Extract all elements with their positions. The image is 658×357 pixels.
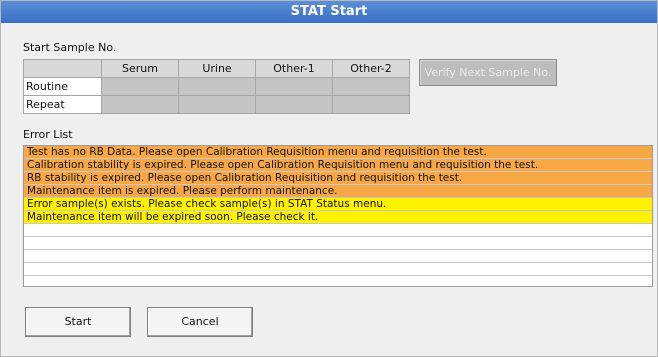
error-list-label: Error List bbox=[23, 128, 73, 141]
table-row-repeat: Repeat bbox=[23, 95, 410, 114]
start-button[interactable]: Start bbox=[25, 307, 131, 337]
verify-next-sample-button[interactable]: Verify Next Sample No. bbox=[419, 59, 557, 86]
column-header-other-1: Other-1 bbox=[255, 59, 333, 78]
routine-serum-cell[interactable] bbox=[101, 77, 179, 96]
repeat-other-2-cell[interactable] bbox=[332, 95, 410, 114]
stat-start-dialog: STAT Start Start Sample No. Serum Urine … bbox=[0, 0, 658, 357]
error-list-item[interactable] bbox=[24, 237, 652, 250]
column-header-serum: Serum bbox=[101, 59, 179, 78]
error-list-item[interactable]: Maintenance item will be expired soon. P… bbox=[24, 211, 652, 224]
routine-other-2-cell[interactable] bbox=[332, 77, 410, 96]
column-header-other-2: Other-2 bbox=[332, 59, 410, 78]
repeat-urine-cell[interactable] bbox=[178, 95, 256, 114]
error-list-item[interactable]: RB stability is expired. Please open Cal… bbox=[24, 172, 652, 185]
error-list-item[interactable]: Test has no RB Data. Please open Calibra… bbox=[24, 146, 652, 159]
error-list-item[interactable]: Maintenance item is expired. Please perf… bbox=[24, 185, 652, 198]
repeat-serum-cell[interactable] bbox=[101, 95, 179, 114]
start-sample-table: Serum Urine Other-1 Other-2 Routine Repe… bbox=[23, 59, 410, 114]
error-list-item[interactable] bbox=[24, 250, 652, 263]
dialog-title: STAT Start bbox=[1, 1, 657, 23]
cancel-button[interactable]: Cancel bbox=[147, 307, 253, 337]
column-header-urine: Urine bbox=[178, 59, 256, 78]
error-list-item[interactable]: Error sample(s) exists. Please check sam… bbox=[24, 198, 652, 211]
error-list[interactable]: Test has no RB Data. Please open Calibra… bbox=[23, 145, 653, 287]
table-row-routine: Routine bbox=[23, 77, 410, 96]
repeat-other-1-cell[interactable] bbox=[255, 95, 333, 114]
error-list-item[interactable] bbox=[24, 263, 652, 276]
row-label-routine: Routine bbox=[23, 77, 102, 96]
routine-urine-cell[interactable] bbox=[178, 77, 256, 96]
routine-other-1-cell[interactable] bbox=[255, 77, 333, 96]
row-label-repeat: Repeat bbox=[23, 95, 102, 114]
error-list-item[interactable] bbox=[24, 224, 652, 237]
start-sample-label: Start Sample No. bbox=[23, 41, 117, 54]
table-corner bbox=[23, 59, 102, 78]
error-list-item[interactable]: Calibration stability is expired. Please… bbox=[24, 159, 652, 172]
